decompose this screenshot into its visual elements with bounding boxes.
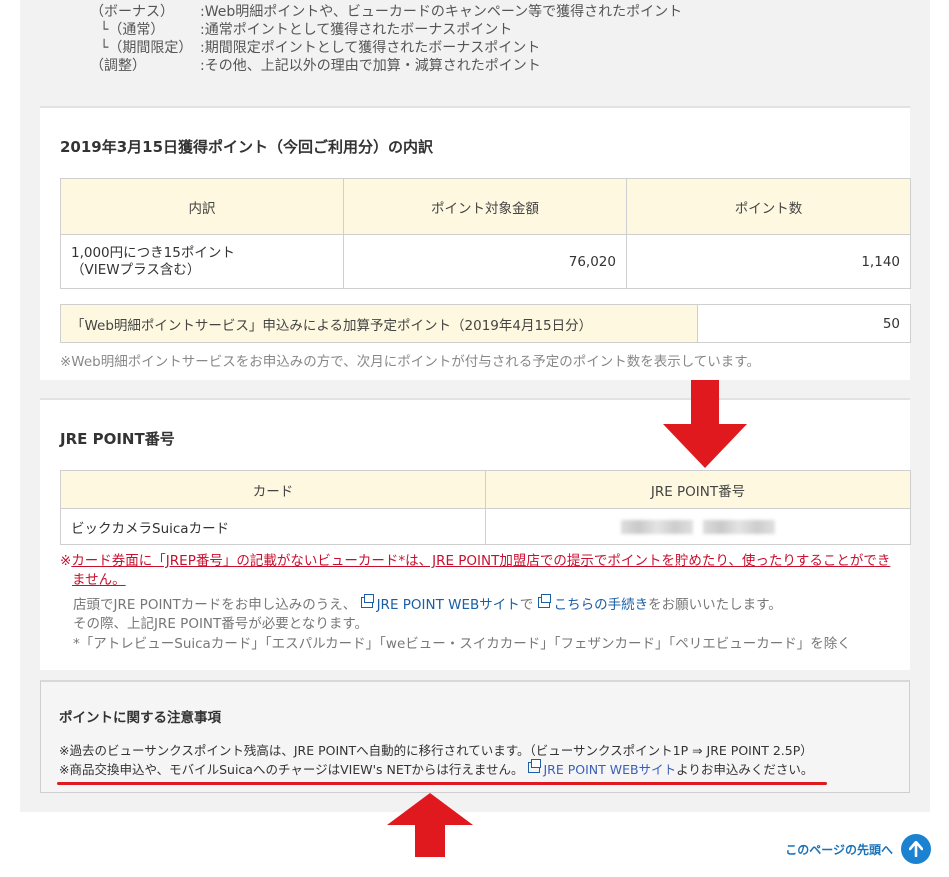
row-label: 1,000円につき15ポイント （VIEWプラス含む） <box>60 234 344 289</box>
blurred-number-part <box>703 519 776 534</box>
jre-table: カード JRE POINT番号 ビックカメラSuicaカード <box>60 470 911 545</box>
jre-number-masked <box>485 508 911 545</box>
web-points-label: 「Web明細ポイントサービス」申込みによる加算予定ポイント（2019年4月15日… <box>60 304 698 343</box>
legend-row-bonus: （ボーナス） :Web明細ポイントや、ビューカードのキャンペーン等で獲得されたポ… <box>90 4 683 20</box>
legend-row-adjust: （調整） :その他、上記以外の理由で加算・減算されたポイント <box>90 58 541 74</box>
table-header-row: カード JRE POINT番号 <box>60 470 911 509</box>
notice-title: ポイントに関する注意事項 <box>59 710 221 726</box>
breakdown-table: 内訳 ポイント対象金額 ポイント数 1,000円につき15ポイント （VIEWプ… <box>60 178 911 289</box>
breakdown-title: 2019年3月15日獲得ポイント（今回ご利用分）の内訳 <box>60 138 434 156</box>
notice-line-migration: ※過去のビューサンクスポイント残高は、JRE POINTへ自動的に移行されていま… <box>59 743 813 758</box>
external-window-icon <box>537 594 551 608</box>
legend-row-normal: └（通常） :通常ポイントとして獲得されたボーナスポイント <box>100 22 513 38</box>
table-row: ビックカメラSuicaカード <box>60 508 911 545</box>
blurred-number-part <box>620 519 693 534</box>
notice-line-exchange: ※商品交換申込や、モバイルSuicaへのチャージはVIEW's NETからは行え… <box>59 759 814 777</box>
web-points-note: ※Web明細ポイントサービスをお申込みの方で、次月にポイントが付与される予定のポ… <box>60 354 760 370</box>
col-header: カード <box>60 470 486 509</box>
col-header: 内訳 <box>60 178 344 235</box>
red-underline-annotation <box>57 782 827 785</box>
table-header-row: 内訳 ポイント対象金額 ポイント数 <box>60 178 911 235</box>
card-name: ビックカメラSuicaカード <box>60 508 486 545</box>
red-down-arrow-icon <box>663 380 747 468</box>
jre-requirement: その際、上記JRE POINT番号が必要となります。 <box>73 616 369 632</box>
page-top-link[interactable]: このページの先頭へ <box>785 834 931 864</box>
external-window-icon <box>360 594 374 608</box>
jrep-warning: ※カード券面に「JREP番号」の記載がないビューカード*は、JRE POINT加… <box>60 553 891 588</box>
jre-title: JRE POINT番号 <box>60 430 175 448</box>
external-window-icon <box>527 759 541 773</box>
row-points: 1,140 <box>626 234 911 289</box>
row-amount: 76,020 <box>343 234 627 289</box>
table-row: 1,000円につき15ポイント （VIEWプラス含む） 76,020 1,140 <box>60 234 911 289</box>
points-notice-box: ポイントに関する注意事項 ※過去のビューサンクスポイント残高は、JRE POIN… <box>40 680 910 793</box>
legend-row-limited: └（期間限定） :期間限定ポイントとして獲得されたボーナスポイント <box>100 40 541 56</box>
jre-exclusion-note: *「アトレビューSuicaカード」「エスパルカード」「weビュー・スイカカード」… <box>73 636 851 652</box>
procedure-link[interactable]: こちらの手続き <box>537 594 648 613</box>
jre-section: JRE POINT番号 カード JRE POINT番号 ビックカメラSuicaカ… <box>40 398 911 670</box>
col-header: ポイント対象金額 <box>343 178 627 235</box>
table-row: 「Web明細ポイントサービス」申込みによる加算予定ポイント（2019年4月15日… <box>60 304 911 343</box>
web-points-value: 50 <box>697 304 911 343</box>
arrow-up-icon <box>901 834 931 864</box>
breakdown-section: 2019年3月15日獲得ポイント（今回ご利用分）の内訳 内訳 ポイント対象金額 … <box>40 106 911 380</box>
jre-web-link[interactable]: JRE POINT WEBサイト <box>360 594 520 613</box>
web-points-table: 「Web明細ポイントサービス」申込みによる加算予定ポイント（2019年4月15日… <box>60 304 911 343</box>
col-header: ポイント数 <box>626 178 911 235</box>
jre-instruction: 店頭でJRE POINTカードをお申し込みのうえ、 JRE POINT WEBサ… <box>73 594 782 613</box>
col-header: JRE POINT番号 <box>485 470 911 509</box>
notice-jre-web-link[interactable]: JRE POINT WEBサイト <box>527 759 676 777</box>
red-up-arrow-icon <box>387 793 473 857</box>
